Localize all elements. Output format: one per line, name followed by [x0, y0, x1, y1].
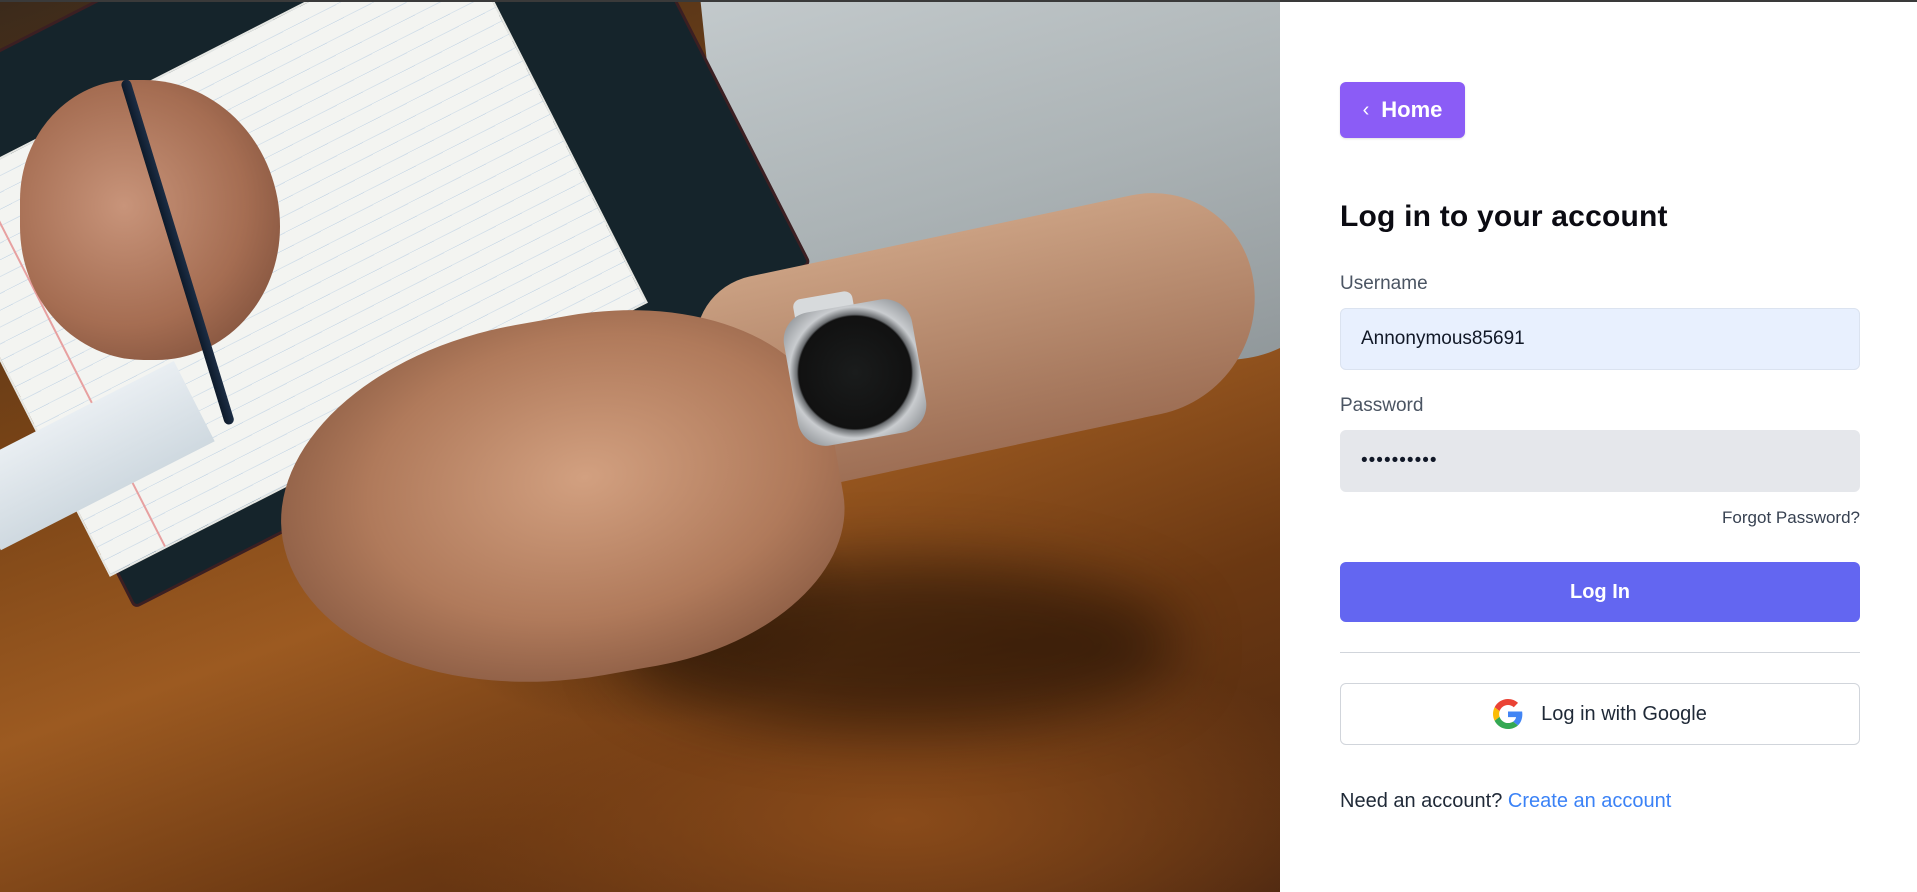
- chevron-left-icon: ‹: [1362, 99, 1370, 121]
- home-button[interactable]: ‹ Home: [1340, 82, 1465, 138]
- google-button-label: Log in with Google: [1541, 702, 1707, 725]
- signup-prompt-text: Need an account?: [1340, 790, 1503, 812]
- login-panel: ‹ Home Log in to your account Username P…: [1280, 0, 1917, 892]
- login-button[interactable]: Log In: [1340, 562, 1860, 622]
- page-title: Log in to your account: [1340, 200, 1668, 233]
- hero-image: [0, 0, 1280, 892]
- password-input[interactable]: [1340, 430, 1860, 492]
- google-icon: [1493, 699, 1523, 729]
- home-button-label: Home: [1381, 97, 1443, 122]
- signup-prompt: Need an account? Create an account: [1340, 790, 1671, 813]
- password-label: Password: [1340, 395, 1424, 416]
- forgot-password-link[interactable]: Forgot Password?: [1722, 508, 1860, 528]
- create-account-link[interactable]: Create an account: [1508, 790, 1671, 812]
- username-input[interactable]: [1340, 308, 1860, 370]
- google-login-button[interactable]: Log in with Google: [1340, 683, 1860, 745]
- window-top-border: [0, 0, 1917, 2]
- username-label: Username: [1340, 273, 1428, 294]
- divider: [1340, 652, 1860, 653]
